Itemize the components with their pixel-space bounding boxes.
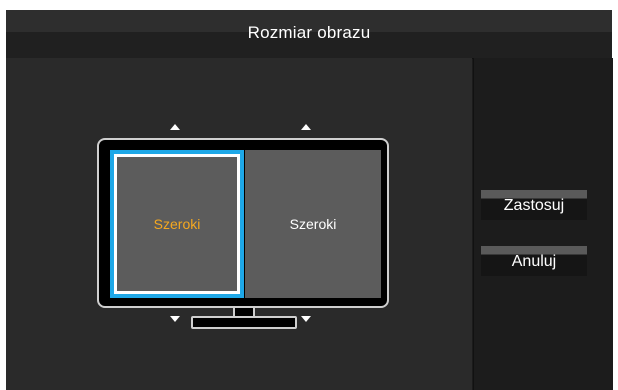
monitor-stand-base <box>191 316 297 329</box>
dialog-title: Rozmiar obrazu <box>247 23 371 42</box>
right-screen-label: Szeroki <box>289 216 337 232</box>
title-bar: Rozmiar obrazu <box>6 10 612 59</box>
preview-area: Szeroki Szeroki <box>6 58 472 390</box>
apply-button-label: Zastosuj <box>503 197 565 214</box>
monitor-illustration: Szeroki Szeroki <box>97 138 389 308</box>
right-screen-down-arrow-icon[interactable] <box>301 316 311 322</box>
left-screen-up-arrow-icon[interactable] <box>170 124 180 130</box>
picture-size-dialog: Rozmiar obrazu Szeroki Szeroki Zastosuj … <box>6 10 613 390</box>
left-screen-option[interactable]: Szeroki <box>110 150 244 298</box>
cancel-button[interactable]: Anuluj <box>481 246 587 276</box>
action-panel: Zastosuj Anuluj <box>473 58 613 390</box>
right-screen-option[interactable]: Szeroki <box>245 150 381 298</box>
right-screen-up-arrow-icon[interactable] <box>301 124 311 130</box>
apply-button[interactable]: Zastosuj <box>481 190 587 220</box>
monitor-stand-neck <box>233 308 255 316</box>
left-screen-label: Szeroki <box>117 157 237 291</box>
left-screen-down-arrow-icon[interactable] <box>170 316 180 322</box>
cancel-button-label: Anuluj <box>511 253 557 270</box>
